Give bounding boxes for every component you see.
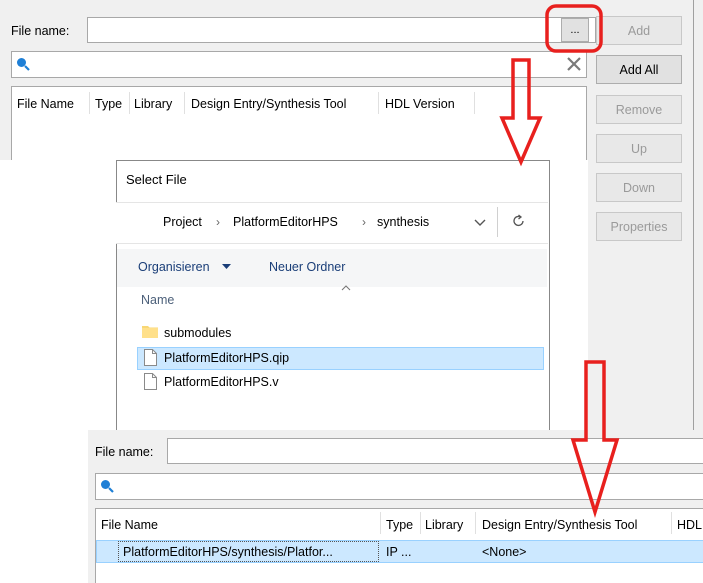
- column-design-entry[interactable]: Design Entry/Synthesis Tool: [191, 97, 346, 111]
- refresh-icon[interactable]: [512, 214, 526, 228]
- file-name-input-bottom[interactable]: [167, 438, 703, 464]
- column-type[interactable]: Type: [386, 518, 413, 532]
- search-icon: [101, 480, 114, 493]
- browse-button[interactable]: ...: [561, 18, 589, 42]
- clear-icon[interactable]: [566, 56, 582, 72]
- add-button[interactable]: Add: [596, 16, 682, 45]
- up-button[interactable]: Up: [596, 134, 682, 163]
- column-type[interactable]: Type: [95, 97, 122, 111]
- file-name-label-bottom: File name:: [95, 445, 154, 459]
- column-file-name[interactable]: File Name: [17, 97, 74, 111]
- search-input[interactable]: [11, 51, 587, 78]
- dropdown-arrow-icon: [222, 264, 231, 269]
- organize-menu[interactable]: Organisieren: [138, 260, 210, 274]
- column-hdl[interactable]: HDL: [677, 518, 702, 532]
- file-name-input[interactable]: [87, 17, 596, 43]
- remove-button[interactable]: Remove: [596, 95, 682, 124]
- cell-file-name[interactable]: PlatformEditorHPS/synthesis/Platfor...: [123, 545, 333, 559]
- search-input-bottom[interactable]: [95, 473, 703, 500]
- breadcrumb-project[interactable]: Project: [163, 215, 202, 229]
- cell-type: IP ...: [386, 545, 412, 559]
- down-button[interactable]: Down: [596, 173, 682, 202]
- breadcrumb-separator-2: ›: [362, 215, 366, 229]
- breadcrumb-synthesis[interactable]: synthesis: [377, 215, 429, 229]
- new-folder-button[interactable]: Neuer Ordner: [269, 260, 345, 274]
- breadcrumb-platformeditorhps[interactable]: PlatformEditorHPS: [233, 215, 338, 229]
- column-design-entry[interactable]: Design Entry/Synthesis Tool: [482, 518, 637, 532]
- add-all-button[interactable]: Add All: [596, 55, 682, 84]
- folder-icon: [142, 326, 158, 338]
- cell-tool: <None>: [482, 545, 527, 559]
- file-icon: [144, 349, 157, 366]
- breadcrumb-separator-1: ›: [216, 215, 220, 229]
- column-library[interactable]: Library: [134, 97, 172, 111]
- search-icon: [17, 58, 30, 71]
- file-name-label: File name:: [11, 24, 70, 38]
- column-hdl-version[interactable]: HDL Version: [385, 97, 455, 111]
- list-item-qip[interactable]: PlatformEditorHPS.qip: [164, 351, 289, 365]
- chevron-down-icon[interactable]: [474, 218, 486, 228]
- select-file-dialog: [116, 160, 550, 432]
- file-icon: [144, 373, 157, 390]
- column-file-name[interactable]: File Name: [101, 518, 158, 532]
- properties-button[interactable]: Properties: [596, 212, 682, 241]
- name-column-header[interactable]: Name: [141, 293, 174, 307]
- list-item-submodules[interactable]: submodules: [164, 326, 231, 340]
- sort-up-icon: [341, 285, 351, 291]
- list-item-v[interactable]: PlatformEditorHPS.v: [164, 375, 279, 389]
- panel-divider: [693, 0, 694, 430]
- dialog-title: Select File: [126, 172, 187, 187]
- column-library[interactable]: Library: [425, 518, 463, 532]
